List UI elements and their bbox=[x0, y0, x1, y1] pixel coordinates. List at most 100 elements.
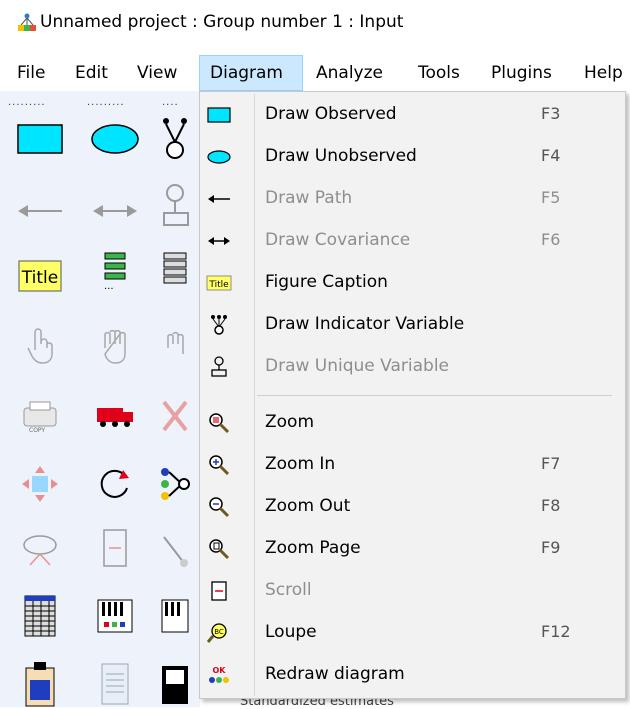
toolbar-grip: ......... bbox=[87, 97, 125, 108]
menu-item-label: Draw Unique Variable bbox=[265, 356, 450, 376]
list-variables-dataset-icon[interactable] bbox=[160, 246, 200, 296]
menu-help[interactable]: Help bbox=[584, 55, 623, 91]
menu-item-label: Zoom Page bbox=[265, 538, 361, 558]
scroll-icon[interactable] bbox=[87, 523, 143, 573]
menu-item-scroll[interactable]: Scroll bbox=[200, 570, 625, 612]
menu-item-shortcut: F5 bbox=[541, 188, 561, 207]
ellipse-icon bbox=[204, 142, 234, 172]
menu-separator bbox=[257, 395, 612, 396]
data-files-icon[interactable] bbox=[12, 591, 68, 641]
calculate-estimates-icon[interactable] bbox=[160, 591, 200, 641]
shape-change-icon[interactable] bbox=[12, 526, 68, 576]
menu-item-label: Redraw diagram bbox=[265, 664, 405, 684]
menu-item-label: Draw Path bbox=[265, 188, 353, 208]
menu-item-label: Draw Observed bbox=[265, 104, 397, 124]
svg-text:Title: Title bbox=[208, 280, 229, 290]
menu-item-label: Scroll bbox=[265, 580, 312, 600]
menu-item-label: Zoom bbox=[265, 412, 315, 432]
scroll-icon bbox=[204, 576, 234, 606]
menu-bar: File Edit View Diagram Analyze Tools Plu… bbox=[0, 55, 630, 91]
touch-up-icon[interactable] bbox=[160, 526, 200, 576]
erase-icon[interactable] bbox=[160, 391, 200, 441]
loupe-icon: BC bbox=[204, 618, 234, 648]
menu-item-shortcut: F7 bbox=[541, 454, 561, 473]
menu-item-draw-indicator-variable[interactable]: Draw Indicator Variable bbox=[200, 304, 625, 346]
menu-item-draw-observed[interactable]: Draw Observed F3 bbox=[200, 94, 625, 136]
reflect-icon[interactable] bbox=[160, 459, 200, 509]
menu-item-redraw-diagram[interactable]: OK Redraw diagram bbox=[200, 654, 625, 696]
duplicate-icon[interactable]: COPY bbox=[12, 391, 68, 441]
draw-covariance-icon[interactable] bbox=[87, 186, 143, 236]
menu-item-zoom-out[interactable]: Zoom Out F8 bbox=[200, 486, 625, 528]
menu-diagram[interactable]: Diagram bbox=[199, 55, 303, 91]
zoom-icon bbox=[204, 408, 234, 438]
draw-observed-icon[interactable] bbox=[12, 114, 68, 164]
title-bar: Unnamed project : Group number 1 : Input bbox=[0, 0, 630, 48]
list-variables-model-icon[interactable]: ... bbox=[87, 246, 143, 296]
unique-variable-icon bbox=[204, 352, 234, 382]
deselect-icon[interactable] bbox=[160, 319, 200, 369]
select-all-icon[interactable] bbox=[87, 319, 143, 369]
menu-item-draw-unobserved[interactable]: Draw Unobserved F4 bbox=[200, 136, 625, 178]
svg-text:BC: BC bbox=[214, 628, 224, 636]
svg-text:COPY: COPY bbox=[29, 427, 45, 434]
menu-item-shortcut: F9 bbox=[541, 538, 561, 557]
menu-item-label: Draw Covariance bbox=[265, 230, 411, 250]
draw-unique-icon[interactable] bbox=[160, 181, 200, 231]
svg-text:OK: OK bbox=[213, 666, 227, 675]
title-icon[interactable]: Title bbox=[12, 251, 68, 301]
analysis-properties-icon[interactable] bbox=[87, 591, 143, 641]
menu-edit[interactable]: Edit bbox=[75, 55, 108, 91]
menu-item-label: Zoom Out bbox=[265, 496, 351, 516]
menu-item-figure-caption[interactable]: Title Figure Caption bbox=[200, 262, 625, 304]
menu-item-shortcut: F6 bbox=[541, 230, 561, 249]
diagram-menu: Draw Observed F3 Draw Unobserved F4 Draw… bbox=[199, 91, 626, 699]
menu-item-label: Draw Unobserved bbox=[265, 146, 417, 166]
left-arrow-icon bbox=[204, 184, 234, 214]
menu-analyze[interactable]: Analyze bbox=[316, 55, 383, 91]
move-parameter-icon[interactable] bbox=[12, 459, 68, 509]
menu-plugins[interactable]: Plugins bbox=[491, 55, 552, 91]
redraw-icon: OK bbox=[204, 660, 234, 690]
draw-path-icon[interactable] bbox=[12, 186, 68, 236]
zoom-page-icon bbox=[204, 534, 234, 564]
menu-item-label: Zoom In bbox=[265, 454, 336, 474]
copy-to-clipboard-icon[interactable] bbox=[12, 659, 68, 707]
menu-item-zoom-page[interactable]: Zoom Page F9 bbox=[200, 528, 625, 570]
menu-item-loupe[interactable]: BC Loupe F12 bbox=[200, 612, 625, 654]
toolbar-grip: .... bbox=[162, 97, 179, 108]
toolbar-grip: ......... bbox=[8, 97, 46, 108]
menu-item-shortcut: F8 bbox=[541, 496, 561, 515]
menu-item-shortcut: F12 bbox=[541, 622, 571, 641]
zoom-in-icon bbox=[204, 450, 234, 480]
menu-item-zoom[interactable]: Zoom bbox=[200, 402, 625, 444]
menu-item-label: Draw Indicator Variable bbox=[265, 314, 465, 334]
window-title: Unnamed project : Group number 1 : Input bbox=[40, 12, 404, 32]
draw-unobserved-icon[interactable] bbox=[87, 114, 143, 164]
svg-text:Title: Title bbox=[21, 268, 58, 288]
indicator-icon bbox=[204, 310, 234, 340]
menu-view[interactable]: View bbox=[137, 55, 177, 91]
menu-file[interactable]: File bbox=[17, 55, 45, 91]
menu-item-draw-unique-variable[interactable]: Draw Unique Variable bbox=[200, 346, 625, 388]
rotate-icon[interactable] bbox=[87, 459, 143, 509]
double-arrow-icon bbox=[204, 226, 234, 256]
title-icon: Title bbox=[204, 268, 234, 298]
network-icon bbox=[17, 13, 37, 33]
svg-text:...: ... bbox=[104, 281, 114, 291]
menu-item-shortcut: F4 bbox=[541, 146, 561, 165]
view-text-icon[interactable] bbox=[87, 659, 143, 707]
menu-item-shortcut: F3 bbox=[541, 104, 561, 123]
save-icon[interactable] bbox=[160, 659, 200, 707]
menu-tools[interactable]: Tools bbox=[418, 55, 460, 91]
select-one-icon[interactable] bbox=[12, 319, 68, 369]
menu-item-draw-covariance[interactable]: Draw Covariance F6 bbox=[200, 220, 625, 262]
draw-indicator-icon[interactable] bbox=[160, 114, 200, 164]
toolbox: ......... ......... .... Title ... COPY bbox=[0, 91, 200, 707]
menu-item-zoom-in[interactable]: Zoom In F7 bbox=[200, 444, 625, 486]
zoom-out-icon bbox=[204, 492, 234, 522]
menu-item-label: Figure Caption bbox=[265, 272, 388, 292]
rectangle-icon bbox=[204, 100, 234, 130]
move-icon[interactable] bbox=[87, 391, 143, 441]
menu-item-draw-path[interactable]: Draw Path F5 bbox=[200, 178, 625, 220]
